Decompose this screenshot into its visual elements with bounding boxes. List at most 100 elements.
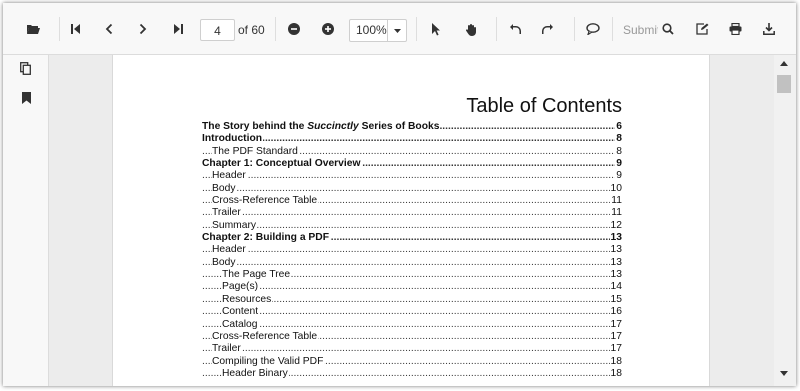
toc-entry-title: Trailer <box>212 343 242 356</box>
toc-page-number: 8 <box>615 145 622 159</box>
toc-entry-title: Body <box>212 182 237 196</box>
toc-leader-dots: ........................................… <box>202 182 622 194</box>
chevron-down-icon[interactable] <box>387 20 406 41</box>
toc-entry: ........................................… <box>202 207 622 220</box>
toc-page-number: 14 <box>609 281 622 294</box>
toc-entry: ........................................… <box>202 306 622 319</box>
toc-entry: ........................................… <box>202 343 622 356</box>
toc-page-number: 17 <box>609 318 622 331</box>
toc-entry-title: Summary <box>212 219 258 233</box>
comment-icon[interactable] <box>586 18 600 40</box>
toc-page-number: 13 <box>609 256 622 270</box>
toc-entry-title: The PDF Standard <box>212 145 299 159</box>
toc-page-number: 13 <box>609 269 622 282</box>
toolbar-divider <box>574 17 575 41</box>
pan-hand-icon[interactable] <box>465 18 478 40</box>
toc-page-number: 11 <box>610 195 622 208</box>
scroll-down-icon[interactable] <box>780 362 788 384</box>
toc-entry-title: Content <box>222 306 260 319</box>
toc-leader-dots: ........................................… <box>202 244 622 256</box>
toc-page-number: 18 <box>609 367 622 381</box>
previous-page-icon[interactable] <box>105 18 113 40</box>
toolbar: 4 of 60 100% Submit <box>3 3 796 55</box>
page-number-input[interactable]: 4 <box>200 19 235 41</box>
page-thumbnails-icon[interactable] <box>20 57 31 79</box>
bookmark-icon[interactable] <box>22 87 31 109</box>
toolbar-divider <box>275 17 276 41</box>
pdf-viewer: 4 of 60 100% Submit Table of Contents Th… <box>3 3 796 386</box>
next-page-icon[interactable] <box>139 18 147 40</box>
open-file-icon[interactable] <box>26 18 40 40</box>
search-input[interactable]: Submit <box>623 19 658 41</box>
search-icon[interactable] <box>662 18 674 40</box>
toc-entry-title: Catalog <box>222 318 259 331</box>
toc-page-number: 12 <box>609 219 622 233</box>
zoom-select[interactable]: 100% <box>349 19 407 42</box>
scrollbar-thumb[interactable] <box>777 75 791 93</box>
toc-entry: ........................................… <box>202 195 622 208</box>
toc-entry: ........................................… <box>202 219 622 233</box>
toc-page-number: 9 <box>615 170 622 183</box>
toc-entry: ........................................… <box>202 232 622 245</box>
toc-leader-dots: ........................................… <box>202 306 622 318</box>
toc-entry-title: Compiling the Valid PDF <box>212 355 325 368</box>
toc-entry: ........................................… <box>202 121 622 134</box>
toolbar-divider <box>496 17 497 41</box>
toc-entry: ........................................… <box>202 318 622 331</box>
toc-entry: ........................................… <box>202 281 622 294</box>
toc-page-number: 9 <box>615 158 622 171</box>
print-icon[interactable] <box>729 18 742 40</box>
toc-leader-dots: ........................................… <box>202 219 622 231</box>
edit-form-icon[interactable] <box>696 18 709 40</box>
document-viewer[interactable]: Table of Contents ......................… <box>49 55 774 386</box>
page-title: Table of Contents <box>466 95 622 117</box>
toc-leader-dots: ........................................… <box>202 318 622 330</box>
toc-entry-title: Cross-Reference Table <box>212 195 319 208</box>
left-sidebar <box>3 55 49 386</box>
toc-entry: ........................................… <box>202 293 622 307</box>
toc-entry-title: Header <box>212 170 247 183</box>
scroll-up-icon[interactable] <box>780 52 788 74</box>
toc-entry-title: Chapter 1: Conceptual Overview <box>202 158 362 171</box>
toc-leader-dots: ........................................… <box>202 343 622 355</box>
zoom-out-icon[interactable] <box>288 18 300 40</box>
toc-page-number: 15 <box>609 293 622 307</box>
toc-entry-title: Page(s) <box>222 281 260 294</box>
toc-leader-dots: ........................................… <box>202 256 622 268</box>
toc-page-number: 8 <box>615 133 622 146</box>
toc-entry-title: Cross-Reference Table <box>212 330 319 344</box>
page-count: of 60 <box>238 23 265 37</box>
toc-entry: ........................................… <box>202 170 622 183</box>
redo-icon[interactable] <box>542 18 554 40</box>
toc-entry-title: Trailer <box>212 207 242 220</box>
select-cursor-icon[interactable] <box>431 18 441 40</box>
toc-entry: ........................................… <box>202 330 622 344</box>
toc-page-number: 17 <box>609 343 622 356</box>
toc-entry: ........................................… <box>202 182 622 196</box>
toc-entry: ........................................… <box>202 133 622 146</box>
toc-page-number: 6 <box>615 121 622 134</box>
toc-entry-title: Chapter 2: Building a PDF <box>202 232 331 245</box>
toc-entry-title: The Story behind the Succinctly Series o… <box>202 121 441 134</box>
zoom-in-icon[interactable] <box>322 18 334 40</box>
toc-entry: ........................................… <box>202 269 622 282</box>
toc-entry: ........................................… <box>202 355 622 368</box>
last-page-icon[interactable] <box>173 18 183 40</box>
download-icon[interactable] <box>763 18 775 40</box>
toc-entry: ........................................… <box>202 244 622 257</box>
toc-entry-title: Resources <box>222 293 273 307</box>
toolbar-divider <box>59 17 60 41</box>
toc-page-number: 16 <box>609 306 622 319</box>
zoom-value: 100% <box>356 23 387 37</box>
toc-leader-dots: ........................................… <box>202 281 622 293</box>
toc-page-number: 17 <box>609 330 622 344</box>
first-page-icon[interactable] <box>71 18 81 40</box>
undo-icon[interactable] <box>509 18 521 40</box>
pdf-page: Table of Contents ......................… <box>112 55 710 386</box>
toc-leader-dots: ........................................… <box>202 133 622 145</box>
toc-entry-title: Body <box>212 256 237 270</box>
toc-page-number: 11 <box>610 207 622 220</box>
vertical-scrollbar[interactable] <box>774 55 796 386</box>
toc-page-number: 10 <box>609 182 622 196</box>
toc-entry-title: Header <box>212 244 247 257</box>
